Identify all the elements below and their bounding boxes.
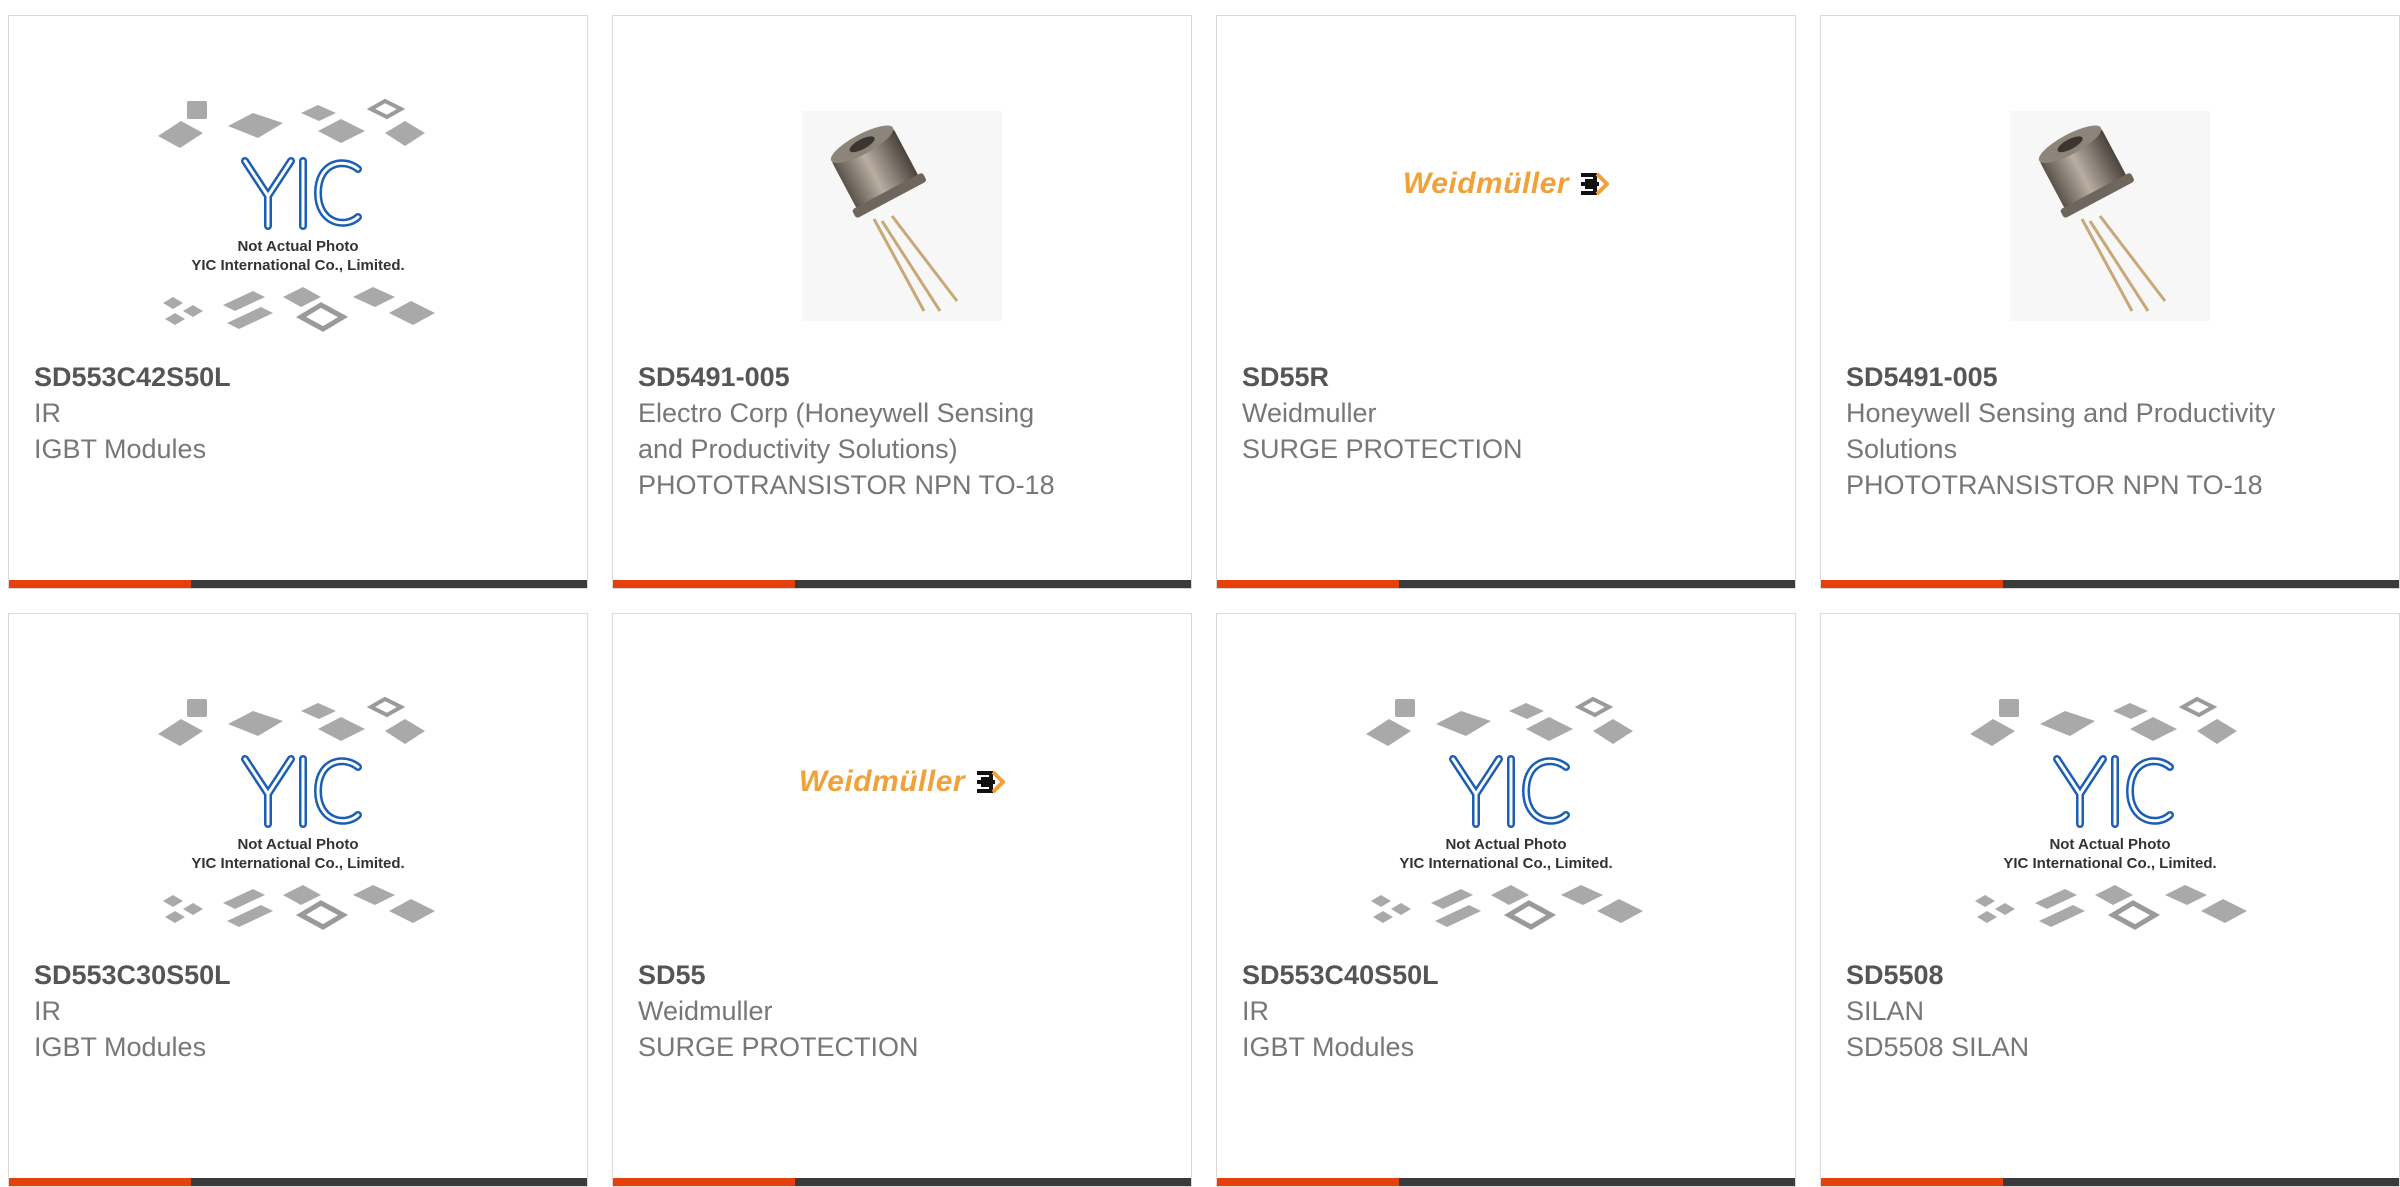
product-info: SD5491-005 Honeywell Sensing and Producti… — [1846, 359, 2286, 503]
phototransistor-image — [2010, 111, 2210, 321]
product-image[interactable]: Not Actual Photo YIC International Co., … — [1821, 664, 2399, 964]
product-info: SD55R Weidmuller SURGE PROTECTION — [1242, 359, 1682, 467]
product-info: SD5508 SILAN SD5508 SILAN — [1846, 957, 2286, 1065]
not-actual-photo-image: Not Actual Photo YIC International Co., … — [153, 91, 443, 341]
weidmuller-logo-mark — [977, 770, 1006, 794]
part-number-link[interactable]: SD553C40S50L — [1242, 957, 1682, 993]
part-number-link[interactable]: SD5491-005 — [638, 359, 1078, 395]
manufacturer-label: IR — [34, 398, 61, 428]
card-bottom-bar — [1217, 1178, 1795, 1186]
card-accent-bar — [9, 1178, 191, 1186]
description-label: IGBT Modules — [1242, 1032, 1415, 1062]
product-info: SD55 Weidmuller SURGE PROTECTION — [638, 957, 1078, 1065]
part-number-link[interactable]: SD553C42S50L — [34, 359, 474, 395]
yic-logo — [1449, 755, 1570, 828]
product-image[interactable]: Not Actual Photo YIC International Co., … — [9, 664, 587, 964]
part-number-link[interactable]: SD5508 — [1846, 957, 2286, 993]
product-info: SD5491-005 Electro Corp (Honeywell Sensin… — [638, 359, 1078, 503]
weidmuller-logo-mark — [1581, 172, 1610, 196]
manufacturer-label: SILAN — [1846, 996, 1925, 1026]
not-actual-photo-image: Not Actual Photo YIC International Co., … — [1965, 689, 2255, 939]
product-card[interactable]: Not Actual Photo YIC International Co., … — [8, 15, 588, 589]
product-image[interactable] — [613, 66, 1191, 366]
weidmuller-logo-text: Weidmüller — [798, 765, 966, 798]
description-label: SURGE PROTECTION — [1242, 434, 1523, 464]
card-bottom-bar — [9, 1178, 587, 1186]
description-label: PHOTOTRANSISTOR NPN TO-18 — [1846, 470, 2263, 500]
product-card[interactable]: SD5491-005 Honeywell Sensing and Producti… — [1820, 15, 2400, 589]
placeholder-line1: Not Actual Photo — [1445, 836, 1566, 853]
manufacturer-label: Electro Corp (Honeywell Sensing and Prod… — [638, 398, 1035, 464]
part-number-link[interactable]: SD553C30S50L — [34, 957, 474, 993]
card-bottom-bar — [9, 580, 587, 588]
weidmuller-logo: Weidmüller — [798, 765, 1006, 799]
description-label: SD5508 SILAN — [1846, 1032, 2030, 1062]
phototransistor-image — [802, 111, 1002, 321]
yic-logo — [2053, 755, 2174, 828]
not-actual-photo-image: Not Actual Photo YIC International Co., … — [153, 689, 443, 939]
product-image[interactable]: Weidmüller — [613, 664, 1191, 964]
manufacturer-label: Honeywell Sensing and Productivity Solut… — [1846, 398, 2276, 464]
description-label: SURGE PROTECTION — [638, 1032, 919, 1062]
manufacturer-label: IR — [1242, 996, 1269, 1026]
description-label: IGBT Modules — [34, 434, 207, 464]
yic-logo — [241, 157, 362, 230]
card-bottom-bar — [613, 580, 1191, 588]
product-card[interactable]: Weidmüller SD55R Weidmuller SURGE PROTECTI… — [1216, 15, 1796, 589]
product-info: SD553C30S50L IR IGBT Modules — [34, 957, 474, 1065]
product-grid: Not Actual Photo YIC International Co., … — [8, 15, 2400, 1187]
placeholder-line2: YIC International Co., Limited. — [2003, 855, 2216, 872]
manufacturer-label: Weidmuller — [638, 996, 773, 1026]
card-accent-bar — [1217, 1178, 1399, 1186]
card-bottom-bar — [1821, 1178, 2399, 1186]
placeholder-line2: YIC International Co., Limited. — [191, 257, 404, 274]
yic-logo — [241, 755, 362, 828]
part-number-link[interactable]: SD5491-005 — [1846, 359, 2286, 395]
card-bottom-bar — [1217, 580, 1795, 588]
card-accent-bar — [613, 1178, 795, 1186]
part-number-link[interactable]: SD55 — [638, 957, 1078, 993]
product-image[interactable] — [1821, 66, 2399, 366]
product-card[interactable]: Not Actual Photo YIC International Co., … — [8, 613, 588, 1187]
card-accent-bar — [1217, 580, 1399, 588]
card-accent-bar — [1821, 580, 2003, 588]
product-card[interactable]: Not Actual Photo YIC International Co., … — [1820, 613, 2400, 1187]
description-label: PHOTOTRANSISTOR NPN TO-18 — [638, 470, 1055, 500]
placeholder-line1: Not Actual Photo — [2049, 836, 2170, 853]
card-accent-bar — [9, 580, 191, 588]
placeholder-line1: Not Actual Photo — [237, 238, 358, 255]
placeholder-line2: YIC International Co., Limited. — [1399, 855, 1612, 872]
description-label: IGBT Modules — [34, 1032, 207, 1062]
product-card[interactable]: Weidmüller SD55 Weidmuller SURGE PROTECTIO… — [612, 613, 1192, 1187]
product-image[interactable]: Not Actual Photo YIC International Co., … — [9, 66, 587, 366]
product-image[interactable]: Weidmüller — [1217, 66, 1795, 366]
product-image[interactable]: Not Actual Photo YIC International Co., … — [1217, 664, 1795, 964]
weidmuller-logo: Weidmüller — [1402, 167, 1610, 201]
weidmuller-logo-text: Weidmüller — [1402, 167, 1570, 200]
manufacturer-label: Weidmuller — [1242, 398, 1377, 428]
card-accent-bar — [1821, 1178, 2003, 1186]
part-number-link[interactable]: SD55R — [1242, 359, 1682, 395]
product-card[interactable]: SD5491-005 Electro Corp (Honeywell Sensin… — [612, 15, 1192, 589]
placeholder-line1: Not Actual Photo — [237, 836, 358, 853]
product-info: SD553C40S50L IR IGBT Modules — [1242, 957, 1682, 1065]
card-accent-bar — [613, 580, 795, 588]
product-card[interactable]: Not Actual Photo YIC International Co., … — [1216, 613, 1796, 1187]
card-bottom-bar — [613, 1178, 1191, 1186]
placeholder-line2: YIC International Co., Limited. — [191, 855, 404, 872]
product-info: SD553C42S50L IR IGBT Modules — [34, 359, 474, 467]
card-bottom-bar — [1821, 580, 2399, 588]
manufacturer-label: IR — [34, 996, 61, 1026]
not-actual-photo-image: Not Actual Photo YIC International Co., … — [1361, 689, 1651, 939]
